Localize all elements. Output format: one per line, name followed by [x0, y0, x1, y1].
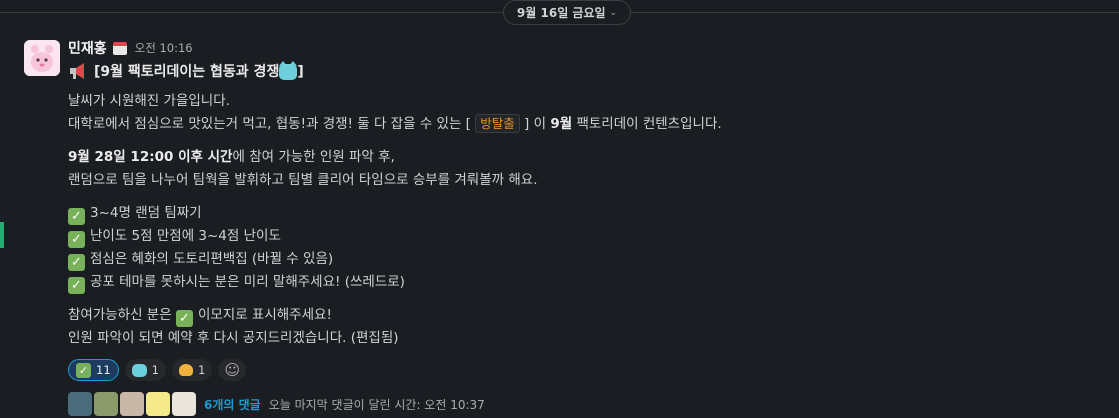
- check-icon: ✓: [68, 254, 85, 271]
- closing-paragraph: 참여가능하신 분은 ✓ 이모지로 표시해주세요! 인원 파악이 되면 예약 후 다…: [68, 304, 1099, 350]
- avatar: [120, 392, 144, 416]
- message: 민재홍 오전 10:16 [9월 팩토리데이는 협동과 경쟁] 날씨가 시원해진…: [68, 38, 1099, 418]
- thread-avatars: [68, 392, 196, 416]
- check-icon: ✓: [68, 231, 85, 248]
- reactions-bar: ✓ 11 1 1 ☺: [68, 358, 1099, 382]
- closing-line-1: 참여가능하신 분은 ✓ 이모지로 표시해주세요!: [68, 304, 1099, 327]
- reaction-count: 11: [96, 363, 111, 377]
- clap-emoji-icon: [178, 364, 193, 376]
- last-reply-time: 오늘 마지막 댓글이 달린 시간: 오전 10:37: [268, 397, 485, 412]
- reaction-count: 1: [151, 363, 159, 377]
- unread-indicator: [0, 222, 4, 248]
- schedule-rest: 에 참여 가능한 인원 파악 후,: [232, 149, 395, 165]
- reaction-cat[interactable]: 1: [124, 359, 166, 381]
- schedule-paragraph: 9월 28일 12:00 이후 시간에 참여 가능한 인원 파악 후, 랜덤으로…: [68, 146, 1099, 192]
- reaction-count: 1: [197, 363, 206, 377]
- checklist-item: ✓ 난이도 5점 만점에 3~4점 난이도: [68, 225, 1099, 248]
- intro-line-2: 대학로에서 점심으로 맛있는거 먹고, 협동!과 경쟁! 둘 다 잡을 수 있는…: [68, 113, 1099, 136]
- checklist-text: 난이도 5점 만점에 3~4점 난이도: [90, 228, 281, 244]
- schedule-bold: 9월 28일 12:00 이후 시간: [68, 149, 233, 165]
- checklist-item: ✓ 공포 테마를 못하시는 분은 미리 말해주세요! (쓰레드로): [68, 271, 1099, 294]
- intro-text-b: ] 이: [524, 116, 547, 132]
- checklist-text: 공포 테마를 못하시는 분은 미리 말해주세요! (쓰레드로): [90, 274, 405, 290]
- cat-icon: [279, 61, 298, 80]
- avatar: [68, 392, 92, 416]
- calendar-status-icon: [112, 41, 127, 55]
- avatar[interactable]: [24, 40, 60, 76]
- intro-bold: 9월: [550, 116, 573, 132]
- chevron-down-icon: ⌄: [609, 7, 618, 18]
- avatar: [172, 392, 196, 416]
- avatar: [94, 392, 118, 416]
- checklist-item: ✓ 점심은 혜화의 도토리편백집 (바뀔 수 있음): [68, 248, 1099, 271]
- checklist-text: 점심은 혜화의 도토리편백집 (바뀔 수 있음): [90, 251, 334, 267]
- check-icon: ✓: [68, 208, 85, 225]
- check-icon: ✓: [175, 310, 193, 327]
- add-emoji-icon: ☺: [224, 361, 241, 379]
- intro-text-c: 팩토리데이 컨텐츠입니다.: [576, 116, 722, 132]
- checklist-item: ✓ 3~4명 랜덤 팀짜기: [68, 202, 1099, 225]
- reaction-check[interactable]: ✓ 11: [68, 359, 119, 381]
- author-name[interactable]: 민재홍: [68, 38, 107, 58]
- thread-summary[interactable]: 6개의 댓글 오늘 마지막 댓글이 달린 시간: 오전 10:37: [68, 390, 1099, 418]
- date-divider-label: 9월 16일 금요일: [516, 6, 606, 20]
- schedule-line-2: 랜덤으로 팀을 나누어 팀웍을 발휘하고 팀별 클리어 타임으로 승부를 겨뤄볼…: [68, 172, 538, 188]
- title-text: [9월 팩토리데이는 협동과 경쟁: [94, 64, 280, 80]
- date-divider-button[interactable]: 9월 16일 금요일 ⌄: [503, 0, 631, 25]
- closing-text-a: 참여가능하신 분은: [68, 307, 172, 323]
- reply-count-link[interactable]: 6개의 댓글: [204, 396, 261, 413]
- message-title: [9월 팩토리데이는 협동과 경쟁]: [68, 60, 1099, 82]
- closing-text-b: 이모지로 표시해주세요!: [197, 307, 332, 323]
- avatar: [146, 392, 170, 416]
- checklist-text: 3~4명 랜덤 팀짜기: [90, 205, 202, 221]
- edited-label: (편집됨): [350, 330, 399, 346]
- schedule-line-1: 9월 28일 12:00 이후 시간에 참여 가능한 인원 파악 후,: [68, 146, 1099, 169]
- check-emoji-icon: ✓: [76, 362, 91, 378]
- title-end: ]: [297, 64, 304, 80]
- intro-text-a: 대학로에서 점심으로 맛있는거 먹고, 협동!과 경쟁! 둘 다 잡을 수 있는…: [68, 116, 471, 132]
- megaphone-icon: [70, 63, 84, 79]
- closing-line-2: 인원 파악이 되면 예약 후 다시 공지드리겠습니다. (편집됨): [68, 327, 1099, 350]
- cat-emoji-icon: [131, 363, 147, 377]
- intro-line-1: 날씨가 시원해진 가을입니다.: [68, 93, 230, 109]
- checklist: ✓ 3~4명 랜덤 팀짜기 ✓ 난이도 5점 만점에 3~4점 난이도 ✓ 점심은 혜…: [68, 202, 1099, 294]
- add-reaction-button[interactable]: ☺: [218, 359, 247, 381]
- closing-text-2: 인원 파악이 되면 예약 후 다시 공지드리겠습니다.: [68, 330, 347, 346]
- intro-paragraph: 날씨가 시원해진 가을입니다. 대학로에서 점심으로 맛있는거 먹고, 협동!과…: [68, 90, 1099, 136]
- escape-room-tag: 방탈출: [475, 114, 520, 133]
- check-icon: ✓: [68, 277, 85, 294]
- message-timestamp[interactable]: 오전 10:16: [135, 40, 193, 56]
- reaction-clap[interactable]: 1: [171, 359, 213, 381]
